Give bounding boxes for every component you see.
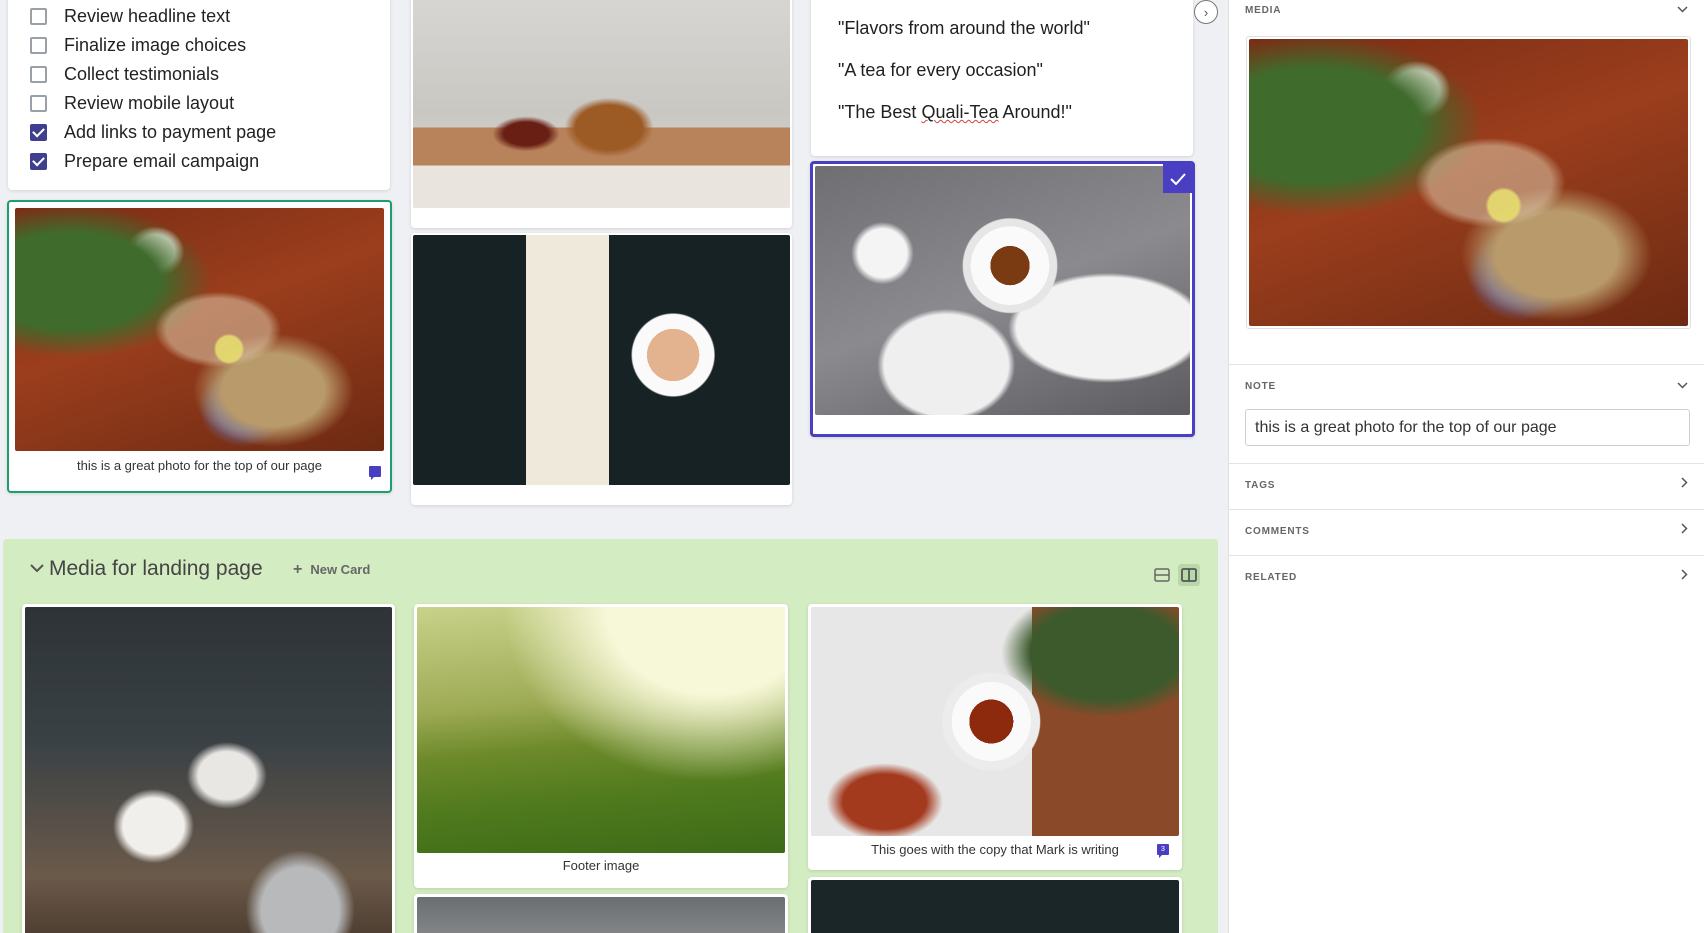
quote-text-part: "The Best: [838, 102, 922, 122]
tea-hills-photo: [417, 607, 785, 853]
section-label-comments[interactable]: COMMENTS: [1245, 526, 1310, 537]
checkbox[interactable]: [30, 66, 47, 83]
chevron-right-icon[interactable]: [1681, 523, 1688, 537]
divider: [1229, 463, 1704, 464]
teapot-tray-photo: [413, 0, 790, 208]
media-preview[interactable]: [1246, 36, 1691, 329]
card-caption: This goes with the copy that Mark is wri…: [871, 842, 1119, 857]
checklist-card[interactable]: Review headline text Finalize image choi…: [8, 0, 390, 190]
list-view-icon[interactable]: [1151, 564, 1173, 586]
comment-icon[interactable]: [369, 466, 381, 480]
check-icon[interactable]: [1163, 164, 1192, 193]
image-card[interactable]: This goes with the copy that Mark is wri…: [808, 604, 1182, 870]
flavor-tea-photo: [15, 208, 384, 451]
image-card[interactable]: [808, 877, 1182, 933]
image-card[interactable]: Footer image: [414, 604, 788, 888]
chevron-down-icon[interactable]: [30, 560, 44, 576]
divider: [1229, 555, 1704, 556]
flavor-tea-photo: [1249, 39, 1688, 326]
tea-books-photo: [815, 166, 1190, 415]
quote-text-part: Around!": [998, 102, 1072, 122]
checklist-item[interactable]: Review headline text: [30, 2, 370, 31]
checklist-item[interactable]: Add links to payment page: [30, 118, 370, 147]
image-card[interactable]: [411, 0, 792, 228]
misspelled-word: Quali-Tea: [921, 102, 999, 122]
quote-text: "The Best Quali-Tea Around!": [838, 102, 1193, 144]
checklist-item[interactable]: Review mobile layout: [30, 89, 370, 118]
card-caption: Footer image: [562, 858, 640, 873]
section-label-related[interactable]: RELATED: [1245, 572, 1297, 583]
section-label-media: MEDIA: [1245, 5, 1282, 16]
checklist-item-label: Review headline text: [64, 6, 231, 26]
grid-view-icon[interactable]: [1178, 564, 1200, 586]
checklist-item[interactable]: Collect testimonials: [30, 60, 370, 89]
board: Review headline text Finalize image choi…: [0, 0, 1228, 933]
note-input[interactable]: [1245, 409, 1690, 446]
quotes-card[interactable]: "Flavors from around the world" "A tea f…: [811, 0, 1193, 156]
divider: [1229, 509, 1704, 510]
image-card[interactable]: [411, 233, 792, 505]
red-tea-photo: [811, 607, 1179, 836]
quote-text: "A tea for every occasion": [838, 60, 1043, 80]
checkbox[interactable]: [30, 37, 47, 54]
vases-teapot-photo: [25, 607, 392, 933]
new-card-label: New Card: [310, 562, 371, 577]
chevron-right-circle-icon[interactable]: ›: [1194, 0, 1218, 24]
checklist-item-label: Finalize image choices: [64, 35, 247, 55]
section-label-tags[interactable]: TAGS: [1245, 480, 1275, 491]
chevron-right-icon[interactable]: [1681, 477, 1688, 491]
chevron-down-icon[interactable]: [1677, 378, 1688, 392]
comment-icon[interactable]: 3: [1157, 844, 1169, 858]
comment-count: 3: [1161, 846, 1165, 853]
image-card[interactable]: [22, 604, 395, 933]
image-card[interactable]: [414, 894, 788, 933]
card-caption: this is a great photo for the top of our…: [77, 458, 322, 473]
selected-image-card[interactable]: this is a great photo for the top of our…: [7, 200, 392, 493]
checkbox-checked[interactable]: [30, 124, 47, 141]
group-title[interactable]: Media for landing page: [49, 557, 263, 581]
checklist-item-label: Review mobile layout: [64, 93, 235, 113]
chevron-right-icon[interactable]: [1681, 569, 1688, 583]
checkbox[interactable]: [30, 8, 47, 25]
checklist-item-label: Add links to payment page: [64, 122, 277, 142]
section-label-note: NOTE: [1245, 381, 1276, 392]
new-card-button[interactable]: + New Card: [293, 561, 370, 579]
checklist-item-label: Collect testimonials: [64, 64, 220, 84]
checkbox-checked[interactable]: [30, 153, 47, 170]
checklist-item[interactable]: Prepare email campaign: [30, 147, 370, 176]
checklist-item-label: Prepare email campaign: [64, 151, 260, 171]
media-group: Media for landing page + New Card Footer …: [3, 539, 1218, 933]
partial-photo: [417, 897, 785, 933]
detail-panel: MEDIA NOTE TAGS COMMENTS RELATED: [1228, 0, 1704, 933]
dark-tea-flower-photo: [413, 235, 790, 485]
checkbox[interactable]: [30, 95, 47, 112]
divider: [1229, 364, 1704, 365]
quote-text: "Flavors from around the world": [838, 18, 1090, 38]
chevron-down-icon[interactable]: [1677, 2, 1688, 16]
plus-icon: +: [293, 561, 303, 578]
partial-photo: [811, 880, 1179, 933]
checklist-item[interactable]: Finalize image choices: [30, 31, 370, 60]
checked-image-card[interactable]: [810, 161, 1195, 437]
